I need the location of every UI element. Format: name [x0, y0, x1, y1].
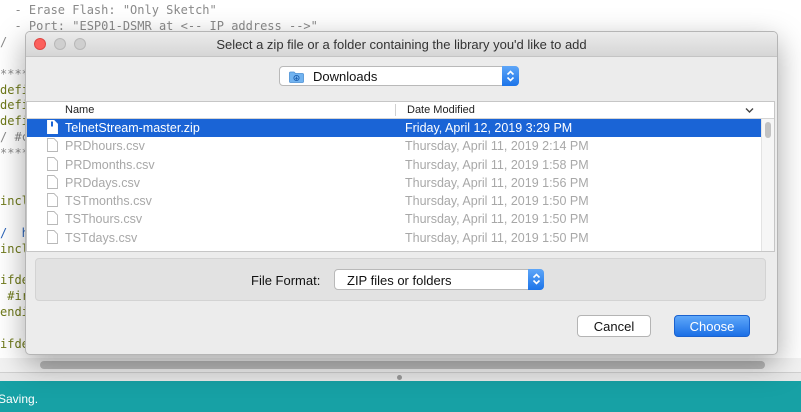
file-date-modified: Thursday, April 11, 2019 1:58 PM: [405, 157, 589, 172]
file-list-scrollbar[interactable]: [761, 119, 774, 251]
dialog-title: Select a zip file or a folder containing…: [216, 37, 587, 52]
scrollbar-thumb[interactable]: [765, 122, 771, 138]
file-row: TSThours.csv Thursday, April 11, 2019 1:5…: [27, 210, 761, 228]
file-row: TSTmonths.csv Thursday, April 11, 2019 1:…: [27, 192, 761, 210]
code-line: - Erase Flash: "Only Sketch": [0, 3, 217, 17]
document-icon: [47, 229, 58, 247]
splitter-grip[interactable]: [397, 375, 402, 380]
file-list[interactable]: Name Date Modified TelnetStream-master.z…: [26, 101, 775, 252]
column-name[interactable]: Name: [65, 104, 94, 116]
file-date-modified: Thursday, April 11, 2019 2:14 PM: [405, 139, 589, 154]
document-icon: [47, 193, 58, 210]
document-icon: [47, 156, 58, 174]
file-format-panel: File Format: ZIP files or folders: [35, 258, 766, 301]
console-splitter[interactable]: [0, 372, 801, 381]
column-divider[interactable]: [395, 104, 396, 116]
file-row[interactable]: TelnetStream-master.zip Friday, April 12,…: [27, 119, 761, 138]
location-label: Downloads: [313, 69, 378, 84]
file-date-modified: Thursday, April 11, 2019 1:50 PM: [405, 230, 589, 245]
column-date-modified[interactable]: Date Modified: [407, 104, 475, 116]
document-icon: [47, 120, 58, 137]
popup-arrows-icon[interactable]: [528, 269, 544, 290]
scrollbar-thumb[interactable]: [40, 361, 765, 369]
status-bar: Saving.: [0, 381, 801, 412]
file-name: TSTdays.csv: [65, 230, 138, 245]
file-name: PRDmonths.csv: [65, 157, 155, 172]
file-row: TSTdays.csv Thursday, April 11, 2019 1:50…: [27, 229, 761, 247]
popup-arrows-icon[interactable]: [502, 66, 519, 86]
document-icon: [47, 174, 58, 192]
status-text: Saving.: [0, 392, 39, 406]
choose-button[interactable]: Choose: [674, 315, 750, 337]
file-list-header: Name Date Modified: [27, 102, 774, 119]
file-row: PRDdays.csv Thursday, April 11, 2019 1:56…: [27, 174, 761, 192]
file-name: TSTmonths.csv: [65, 194, 152, 209]
dialog-titlebar: Select a zip file or a folder containing…: [26, 32, 777, 57]
document-icon: [47, 138, 58, 155]
file-row: PRDhours.csv Thursday, April 11, 2019 2:1…: [27, 137, 761, 155]
file-format-value: ZIP files or folders: [347, 273, 452, 288]
cancel-button[interactable]: Cancel: [577, 315, 651, 337]
file-date-modified: Friday, April 12, 2019 3:29 PM: [405, 121, 573, 135]
open-library-dialog: Select a zip file or a folder containing…: [25, 31, 778, 355]
file-name: PRDhours.csv: [65, 139, 145, 154]
downloads-folder-icon: [289, 70, 304, 83]
file-date-modified: Thursday, April 11, 2019 1:56 PM: [405, 175, 589, 190]
document-icon: [47, 211, 58, 228]
file-name: PRDdays.csv: [65, 175, 141, 190]
file-format-select[interactable]: ZIP files or folders: [334, 269, 544, 290]
file-row: PRDmonths.csv Thursday, April 11, 2019 1:…: [27, 156, 761, 174]
file-name: TelnetStream-master.zip: [65, 121, 200, 135]
file-date-modified: Thursday, April 11, 2019 1:50 PM: [405, 194, 589, 209]
editor-horizontal-scrollbar[interactable]: [0, 358, 801, 372]
location-popup[interactable]: Downloads: [279, 66, 519, 86]
file-rows: TelnetStream-master.zip Friday, April 12,…: [27, 119, 761, 247]
file-format-label: File Format:: [251, 273, 321, 288]
file-name: TSThours.csv: [65, 212, 143, 227]
sort-chevron-down-icon[interactable]: [745, 105, 754, 117]
code-line: /: [0, 34, 8, 49]
file-date-modified: Thursday, April 11, 2019 1:50 PM: [405, 212, 589, 227]
